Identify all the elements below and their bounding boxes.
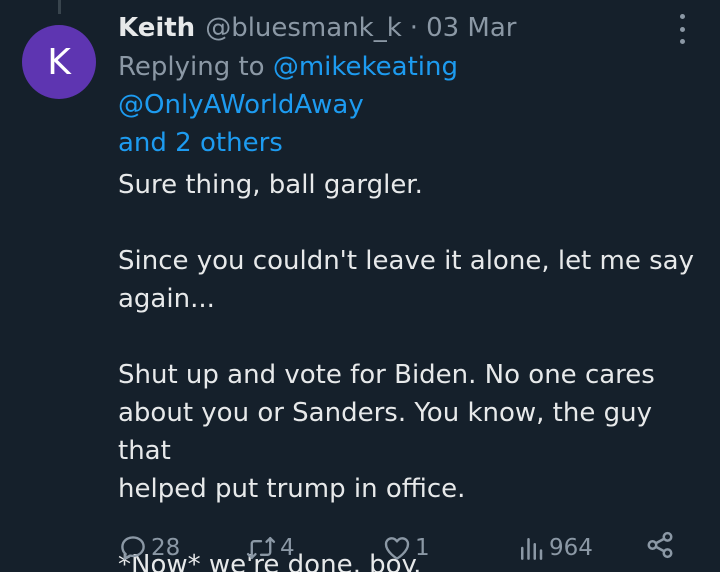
separator-dot: ·	[409, 13, 419, 43]
action-bar: 28 4 1 964	[118, 530, 688, 566]
share-button[interactable]	[645, 530, 675, 560]
tweet-line: Shut up and vote for Biden. No one cares	[118, 360, 655, 390]
views-count: 964	[549, 535, 593, 561]
author-name[interactable]: Keith	[118, 10, 195, 46]
retweet-button[interactable]: 4	[245, 530, 295, 566]
retweet-count: 4	[280, 535, 295, 561]
views-button[interactable]: 964	[516, 530, 593, 566]
like-count: 1	[415, 535, 430, 561]
tweet-text: Sure thing, ball gargler. Since you coul…	[118, 166, 708, 572]
tweet-content: Keith @bluesmank_k · 03 Mar Replying to …	[118, 10, 708, 572]
views-icon	[521, 538, 543, 560]
replying-prefix: Replying to	[118, 52, 273, 82]
replying-to: Replying to @mikekeating @OnlyAWorldAway…	[118, 48, 708, 162]
tweet-date[interactable]: 03 Mar	[426, 10, 516, 46]
reply-icon	[121, 536, 145, 560]
others-link[interactable]: and 2 others	[118, 128, 283, 158]
tweet-line: about you or Sanders. You know, the guy …	[118, 398, 652, 466]
retweet-icon	[246, 536, 276, 560]
tweet-line: helped put trump in office.	[118, 474, 466, 504]
reply-count: 28	[151, 535, 181, 561]
mention-link[interactable]: @mikekeating	[273, 52, 458, 82]
tweet-header: Keith @bluesmank_k · 03 Mar	[118, 10, 708, 46]
like-button[interactable]: 1	[382, 530, 430, 566]
avatar-initial: K	[47, 41, 71, 83]
reply-button[interactable]: 28	[118, 530, 180, 566]
avatar[interactable]: K	[22, 25, 96, 99]
author-handle[interactable]: @bluesmank_k	[205, 10, 402, 46]
tweet-line: Since you couldn't leave it alone, let m…	[118, 246, 694, 276]
share-icon	[647, 531, 673, 559]
tweet-line: again...	[118, 284, 215, 314]
mention-link[interactable]: @OnlyAWorldAway	[118, 90, 364, 120]
more-options-icon[interactable]	[668, 14, 696, 44]
tweet-line: Sure thing, ball gargler.	[118, 170, 423, 200]
heart-icon	[384, 537, 410, 560]
thread-line	[58, 0, 61, 14]
